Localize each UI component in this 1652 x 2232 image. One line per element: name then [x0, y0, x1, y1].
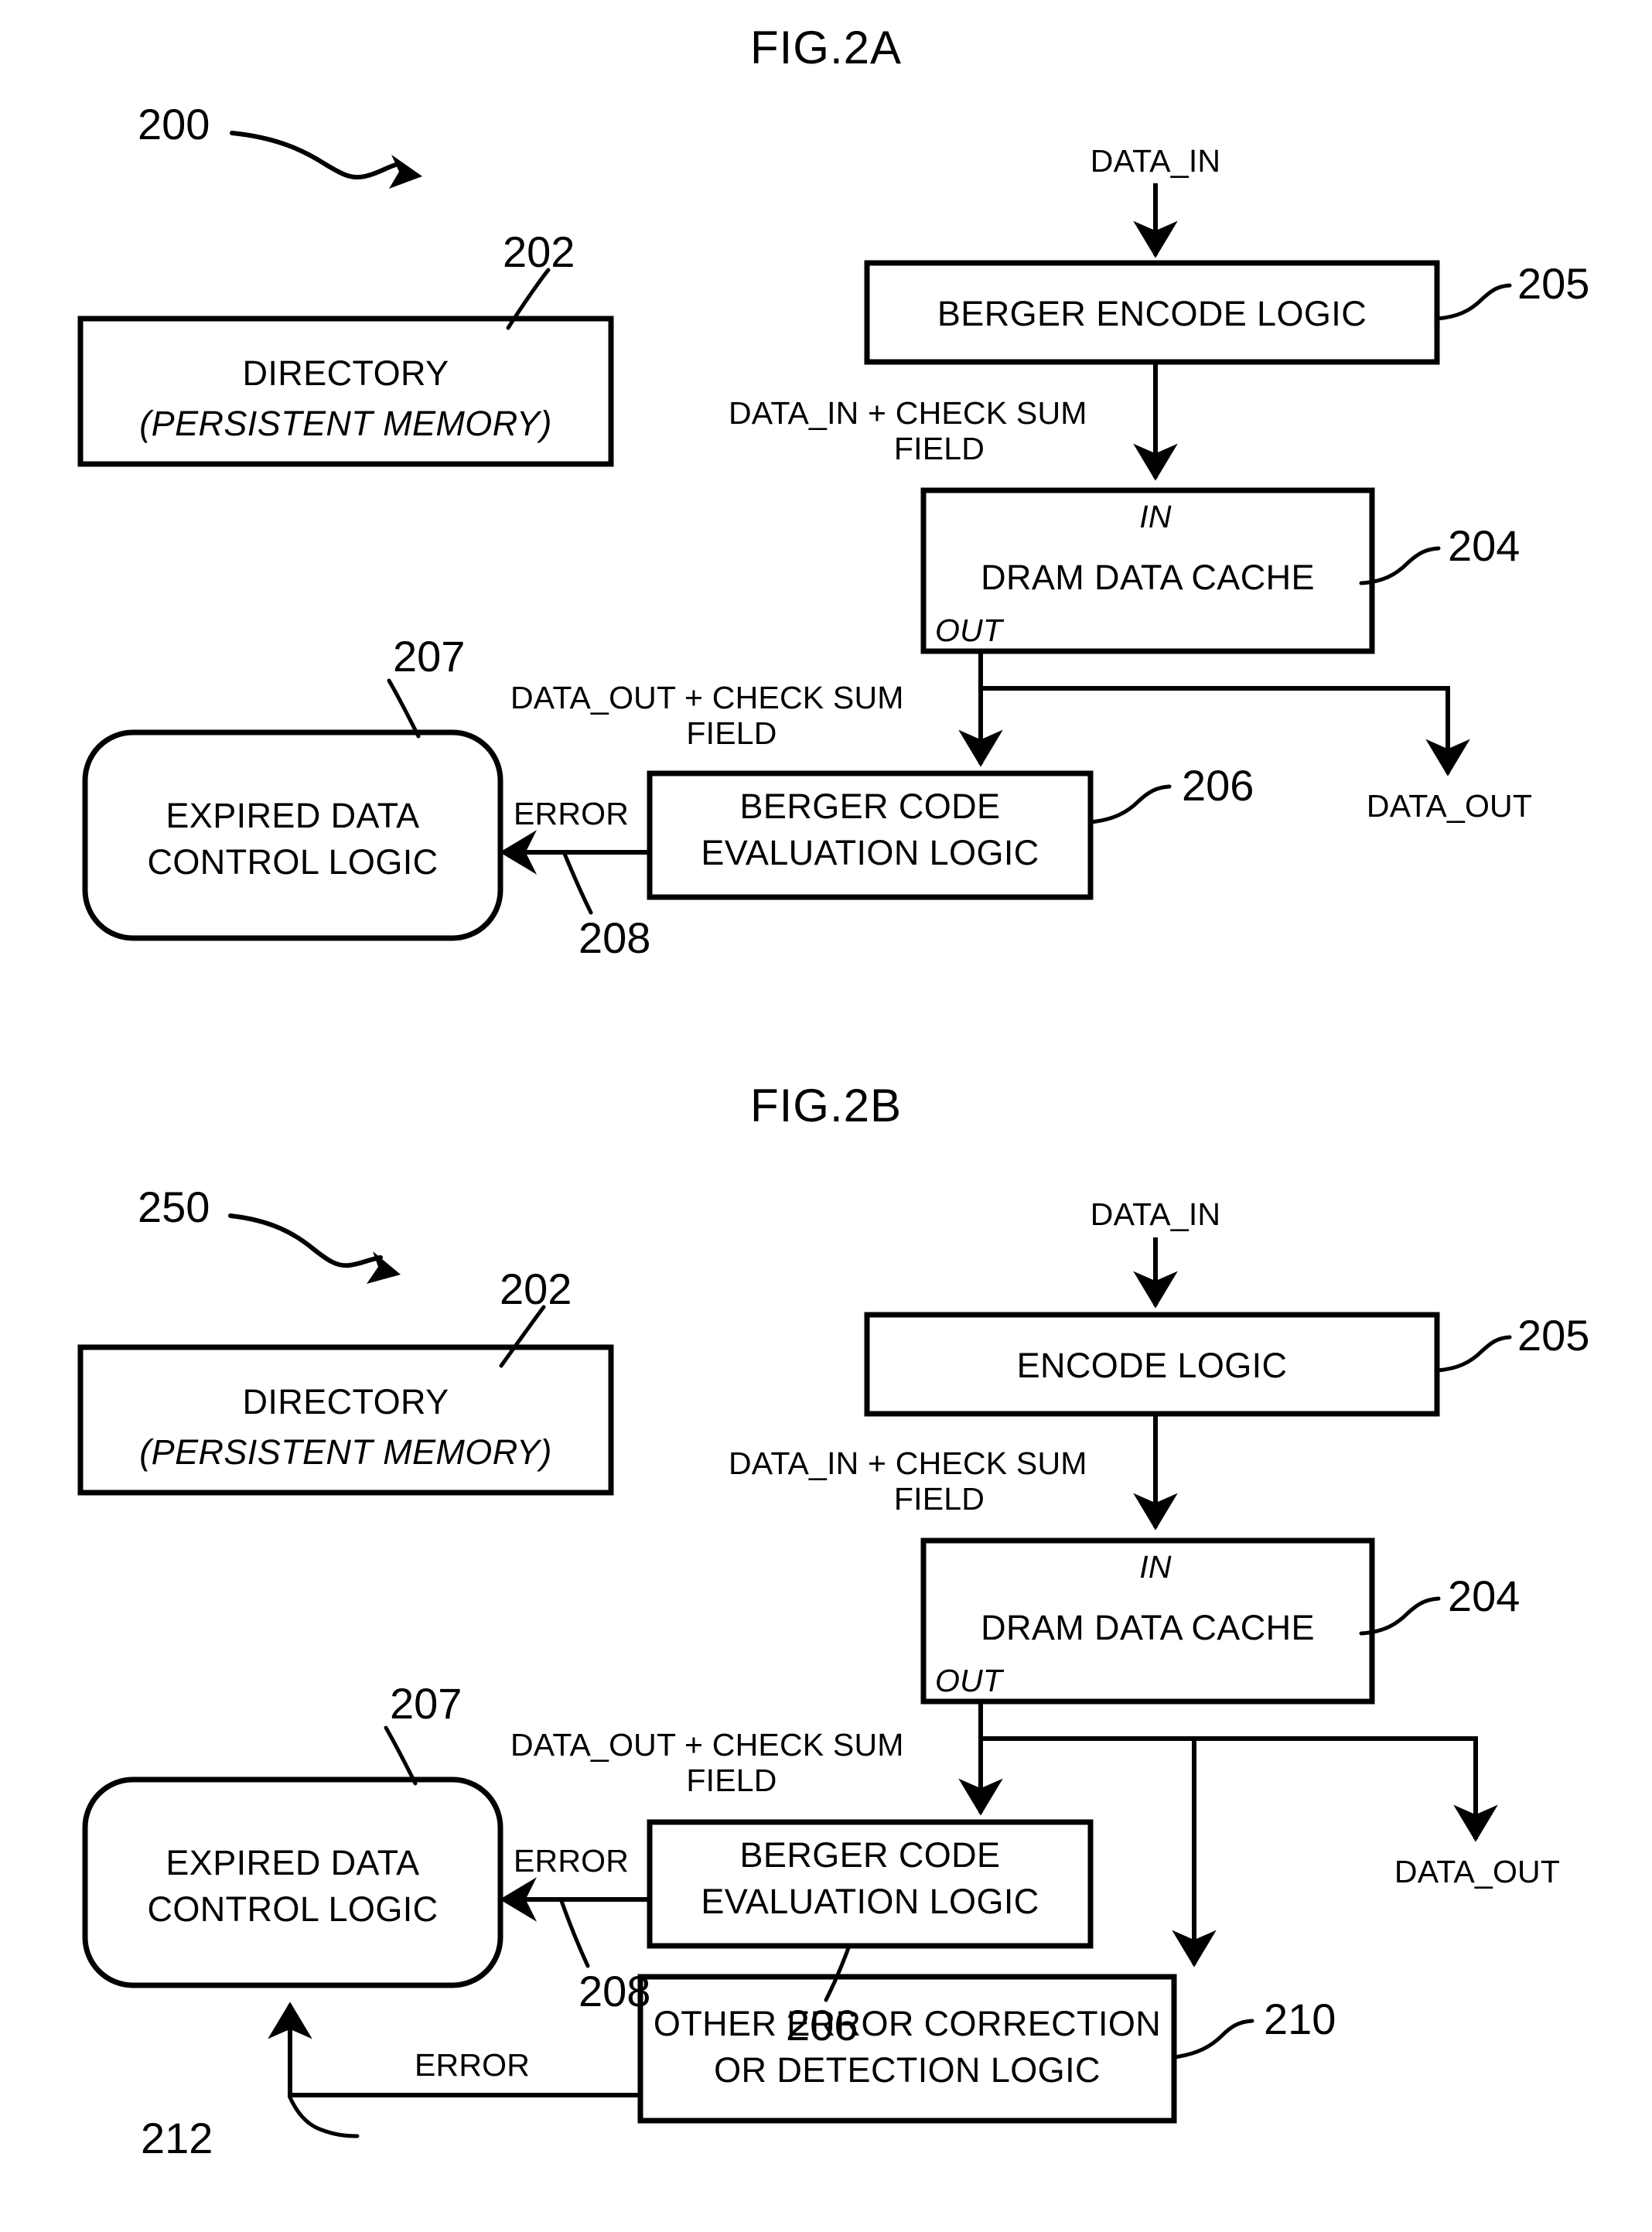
fig2b-directory-label-line2: (PERSISTENT MEMORY) [139, 1432, 552, 1472]
fig2b-ref-205: 205 [1517, 1311, 1590, 1360]
fig2a-directory-label-line1: DIRECTORY [242, 353, 449, 393]
fig2a-ref-207-leader [387, 678, 421, 739]
fig2b-expired-label-line2: CONTROL LOGIC [147, 1889, 439, 1929]
fig2b-directory-label-line1: DIRECTORY [242, 1382, 449, 1421]
fig2b-system-ref: 250 [138, 1183, 210, 1231]
fig2b-data-in-label: DATA_IN [1090, 1196, 1221, 1232]
fig2a-error-label: ERROR [514, 796, 630, 831]
fig2b-ref-210: 210 [1264, 1995, 1336, 2043]
fig2b-ref-202: 202 [500, 1264, 572, 1313]
fig2b-other-ecc-box [637, 1974, 1177, 2124]
fig2a-cache-label: DRAM DATA CACHE [981, 558, 1315, 597]
fig2b-ref-212-leader [288, 2095, 360, 2138]
fig2b-data-out-checksum-line2: FIELD [686, 1763, 777, 1798]
fig2b-ref-208-leader [559, 1899, 590, 1968]
fig2b-ref-204: 204 [1448, 1572, 1521, 1620]
fig2b-cache-port-in: IN [1139, 1549, 1172, 1585]
fig2a-evaluation-label-line1: BERGER CODE [739, 787, 1001, 826]
fig2a-directory-label-line2: (PERSISTENT MEMORY) [139, 404, 552, 443]
fig2a-evaluation-label-line2: EVALUATION LOGIC [701, 833, 1039, 872]
fig2b-evaluation-label-line1: BERGER CODE [739, 1835, 1001, 1875]
fig2b-other-ecc-label-line2: OR DETECTION LOGIC [714, 2050, 1101, 2090]
fig2b-data-in-checksum-line2: FIELD [893, 1481, 985, 1517]
fig2a-data-out-checksum-line1: DATA_OUT + CHECK SUM [510, 680, 904, 715]
fig2b-cache-port-out: OUT [935, 1663, 1003, 1698]
fig2a-title: FIG.2A [749, 22, 903, 73]
fig2a-ref-205: 205 [1517, 259, 1590, 308]
fig2b-data-in-checksum-line1: DATA_IN + CHECK SUM [729, 1445, 1087, 1481]
fig2a-expired-label-line2: CONTROL LOGIC [147, 842, 439, 882]
fig2b-data-out-label: DATA_OUT [1394, 1854, 1561, 1889]
fig2b-ref-207-leader [384, 1725, 418, 1786]
fig2b-evaluation-label-line2: EVALUATION LOGIC [701, 1882, 1039, 1921]
fig2a-ref-208-leader [562, 852, 593, 915]
fig2a-data-in-checksum-line1: DATA_IN + CHECK SUM [729, 395, 1087, 431]
fig2b-ref-204-leader [1359, 1596, 1441, 1636]
fig2b-cache-out-to-dataout [981, 1736, 1498, 1842]
fig2b-ref-206-leader [824, 1944, 852, 2002]
fig2a-ref-206-leader [1088, 784, 1172, 824]
fig2b-system-leader [228, 1213, 401, 1284]
fig2b-ref-205-leader [1435, 1335, 1512, 1373]
fig2b-error-label: ERROR [514, 1843, 630, 1879]
fig2a-ref-202: 202 [503, 227, 575, 276]
fig2b-ref-202-leader [499, 1305, 546, 1368]
fig2a-data-out-label: DATA_OUT [1366, 788, 1533, 824]
fig2a-ref-207: 207 [393, 632, 466, 681]
fig2a-cache-port-out: OUT [935, 613, 1003, 648]
fig2b-ref-207: 207 [390, 1679, 462, 1728]
fig2a-data-in-checksum-line2: FIELD [893, 431, 985, 466]
patent-drawing-sheet: FIG.2A 200 202 DIRECTORY (PERSISTENT MEM… [0, 0, 1652, 2232]
fig2b-ref-212: 212 [141, 2114, 213, 2162]
fig2b-cache-label: DRAM DATA CACHE [981, 1608, 1315, 1647]
fig2a-ref-208: 208 [579, 913, 651, 962]
fig2a-system-ref: 200 [138, 100, 210, 148]
fig2b-expired-label-line1: EXPIRED DATA [166, 1843, 420, 1882]
fig2a-data-in-label: DATA_IN [1090, 143, 1221, 179]
fig2a-data-out-checksum-line2: FIELD [686, 715, 777, 751]
fig2a-expired-label-line1: EXPIRED DATA [166, 796, 420, 835]
fig2a-encode-label: BERGER ENCODE LOGIC [937, 294, 1367, 333]
fig2a-cache-port-in: IN [1139, 499, 1172, 534]
fig2b-error2-label: ERROR [415, 2047, 531, 2083]
fig2a-ref-205-leader [1435, 283, 1512, 321]
fig2b-other-ecc-label-line1: OTHER ERROR CORRECTION [653, 2004, 1162, 2043]
fig2a-ref-204: 204 [1448, 521, 1521, 570]
fig2a-system-leader [230, 131, 422, 189]
fig2b-ref-210-leader [1172, 2019, 1254, 2060]
fig2b-title: FIG.2B [749, 1080, 903, 1131]
fig2b-data-out-checksum-line1: DATA_OUT + CHECK SUM [510, 1727, 904, 1763]
fig2b-encode-label: ENCODE LOGIC [1016, 1346, 1288, 1385]
fig2a-ref-202-leader [506, 268, 551, 330]
fig2a-ref-206: 206 [1182, 761, 1254, 810]
fig2a-ref-204-leader [1359, 546, 1441, 585]
